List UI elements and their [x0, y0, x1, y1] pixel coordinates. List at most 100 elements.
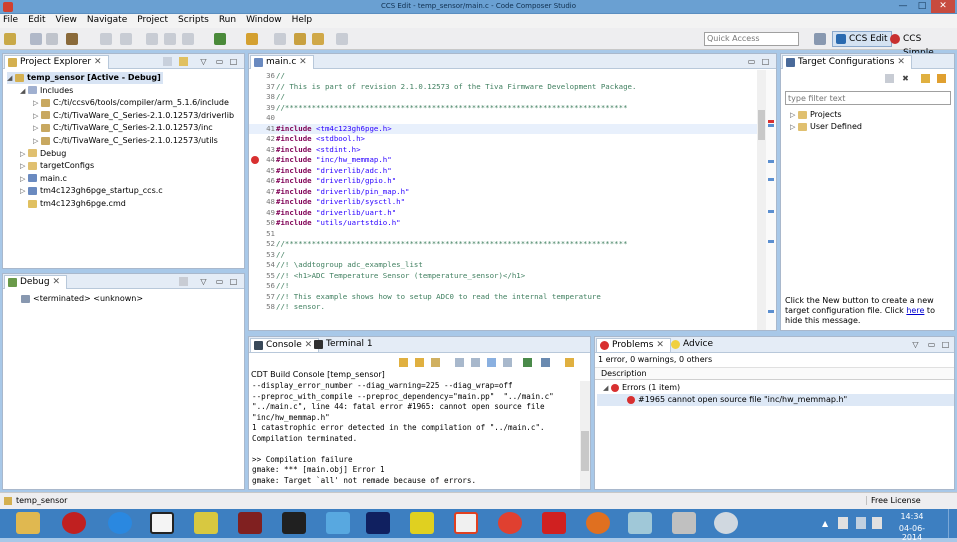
link-target-icon[interactable]: [921, 74, 930, 83]
collapse-arrow-icon[interactable]: ◢: [20, 85, 28, 97]
flash-icon[interactable]: [246, 33, 258, 45]
view-menu-icon[interactable]: ▽: [199, 57, 208, 66]
debug-view-menu-icon[interactable]: ▽: [199, 277, 208, 286]
ccs-simple-perspective[interactable]: CCS Simple: [886, 31, 957, 58]
maximize-button[interactable]: □: [913, 0, 931, 13]
menu-file[interactable]: File: [0, 14, 23, 27]
notes-app-icon[interactable]: [628, 512, 652, 534]
target-item-projects[interactable]: ▷ Projects: [790, 109, 842, 121]
column-header-description[interactable]: Description: [595, 367, 954, 380]
minimize-view-icon[interactable]: ▭: [215, 57, 224, 66]
app-red-icon[interactable]: [238, 512, 262, 534]
chrome-icon[interactable]: [498, 512, 522, 534]
scroll-up-icon[interactable]: [415, 358, 424, 367]
expand-arrow-icon[interactable]: ▷: [33, 135, 41, 147]
menu-run[interactable]: Run: [214, 14, 241, 27]
collapse-arrow-icon[interactable]: ◢: [7, 72, 15, 84]
project-tree-item[interactable]: ▷ tm4c123gh6pge_startup_ccs.c: [20, 185, 163, 197]
scroll-down-icon[interactable]: [399, 358, 408, 367]
expand-arrow-icon[interactable]: ▷: [20, 160, 28, 172]
target-item-user-defined[interactable]: ▷ User Defined: [790, 121, 862, 133]
menu-edit[interactable]: Edit: [23, 14, 50, 27]
menu-help[interactable]: Help: [287, 14, 318, 27]
occurrence-marker[interactable]: [768, 210, 774, 213]
editor-maximize-icon[interactable]: □: [761, 57, 770, 66]
problems-maximize-icon[interactable]: □: [941, 340, 950, 349]
refresh-target-icon[interactable]: [937, 74, 946, 83]
installer-icon[interactable]: [326, 512, 350, 534]
pin-console-icon[interactable]: [503, 358, 512, 367]
clear-console-icon[interactable]: [455, 358, 464, 367]
ccs-edit-perspective[interactable]: CCS Edit: [832, 31, 892, 47]
tab-target-configurations[interactable]: Target Configurations ✕: [782, 55, 912, 69]
project-tree-item[interactable]: ▷ C:/ti/TivaWare_C_Series-2.1.0.12573/uti…: [33, 135, 218, 147]
close-button[interactable]: ✕: [931, 0, 955, 13]
tab-advice[interactable]: Advice: [668, 338, 719, 352]
occurrence-marker[interactable]: [768, 240, 774, 243]
editor-minimize-icon[interactable]: ▭: [747, 57, 756, 66]
show-desktop-button[interactable]: [948, 509, 957, 538]
terminate-icon[interactable]: [182, 33, 194, 45]
word-wrap-icon[interactable]: [487, 358, 496, 367]
expand-arrow-icon[interactable]: ▷: [20, 148, 28, 160]
microchip-icon[interactable]: [542, 512, 566, 534]
suspend-icon[interactable]: [164, 33, 176, 45]
media-app-icon[interactable]: [282, 512, 306, 534]
tray-up-icon[interactable]: ▲: [822, 519, 828, 528]
problems-view-menu-icon[interactable]: ▽: [911, 340, 920, 349]
error-icon[interactable]: [251, 156, 259, 164]
problem-row[interactable]: #1965 cannot open source file "inc/hw_me…: [597, 394, 954, 406]
expand-arrow-icon[interactable]: ▷: [20, 173, 28, 185]
display-console-icon[interactable]: [541, 358, 550, 367]
tab-console[interactable]: Console ✕: [250, 338, 320, 352]
project-tree-item[interactable]: ▷ C:/ti/TivaWare_C_Series-2.1.0.12573/dri…: [33, 110, 234, 122]
maximize-view-icon[interactable]: □: [229, 57, 238, 66]
code-area[interactable]: 36//37// This is part of revision 2.1.0.…: [249, 70, 757, 330]
flag-icon[interactable]: [838, 517, 848, 529]
expand-arrow-icon[interactable]: ▷: [20, 185, 28, 197]
console-scroll-thumb[interactable]: [581, 431, 589, 471]
checklist-app-icon[interactable]: [410, 512, 434, 534]
delete-target-icon[interactable]: ✖: [901, 74, 910, 83]
console-output[interactable]: --display_error_number --diag_warning=22…: [249, 381, 579, 489]
clock-date[interactable]: 04-06-2014: [892, 524, 932, 542]
menu-project[interactable]: Project: [132, 14, 173, 27]
tab-main-c[interactable]: main.c ✕: [250, 55, 314, 69]
cvi-icon[interactable]: [194, 512, 218, 534]
copy-console-icon[interactable]: [471, 358, 480, 367]
expand-arrow-icon[interactable]: ▷: [33, 97, 41, 109]
tab-problems[interactable]: Problems ✕: [596, 338, 671, 352]
target-hide-link[interactable]: here: [906, 306, 924, 315]
collapse-all-icon[interactable]: [163, 57, 172, 66]
problems-minimize-icon[interactable]: ▭: [927, 340, 936, 349]
target-filter-input[interactable]: [785, 91, 951, 105]
search-icon[interactable]: [274, 33, 286, 45]
refresh-icon[interactable]: [100, 33, 112, 45]
scroll-lock-icon[interactable]: [431, 358, 440, 367]
minimize-button[interactable]: —: [893, 0, 913, 13]
back-icon[interactable]: [294, 33, 306, 45]
project-tree-item[interactable]: ◢ Includes: [20, 85, 73, 97]
occurrence-marker[interactable]: [768, 160, 774, 163]
open-perspective-icon[interactable]: [814, 33, 826, 45]
debug-maximize-icon[interactable]: □: [229, 277, 238, 286]
editor-scroll-thumb[interactable]: [758, 110, 765, 140]
menu-scripts[interactable]: Scripts: [173, 14, 214, 27]
save-all-icon[interactable]: [46, 33, 58, 45]
occurrence-marker[interactable]: [768, 124, 774, 127]
ccs-taskbar-icon[interactable]: [454, 512, 478, 534]
editor-vscrollbar[interactable]: [757, 70, 766, 330]
tab-project-explorer[interactable]: Project Explorer ✕: [4, 55, 109, 69]
nav-forward-icon[interactable]: [336, 33, 348, 45]
menu-navigate[interactable]: Navigate: [82, 14, 132, 27]
tab-terminal[interactable]: Terminal 1: [311, 338, 379, 352]
matlab-icon[interactable]: [366, 512, 390, 534]
file-explorer-icon[interactable]: [16, 512, 40, 534]
new-console-icon[interactable]: [565, 358, 574, 367]
quick-access-input[interactable]: Quick Access: [704, 32, 799, 46]
new-target-icon[interactable]: [885, 74, 894, 83]
power-app-icon[interactable]: [62, 512, 86, 534]
new-icon[interactable]: [4, 33, 16, 45]
project-tree-item[interactable]: ▷ C:/ti/TivaWare_C_Series-2.1.0.12573/inc: [33, 122, 213, 134]
save-icon[interactable]: [30, 33, 42, 45]
